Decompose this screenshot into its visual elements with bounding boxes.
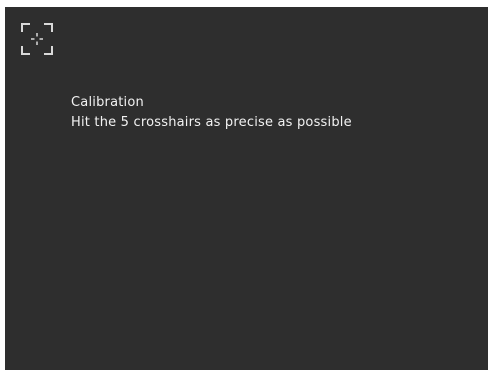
calibration-title: Calibration xyxy=(71,95,144,110)
calibration-instruction: Hit the 5 crosshairs as precise as possi… xyxy=(71,115,352,130)
calibration-crosshair-icon xyxy=(21,23,53,55)
calibration-text: Calibration Hit the 5 crosshairs as prec… xyxy=(71,93,352,133)
calibration-screen: Calibration Hit the 5 crosshairs as prec… xyxy=(5,7,488,370)
